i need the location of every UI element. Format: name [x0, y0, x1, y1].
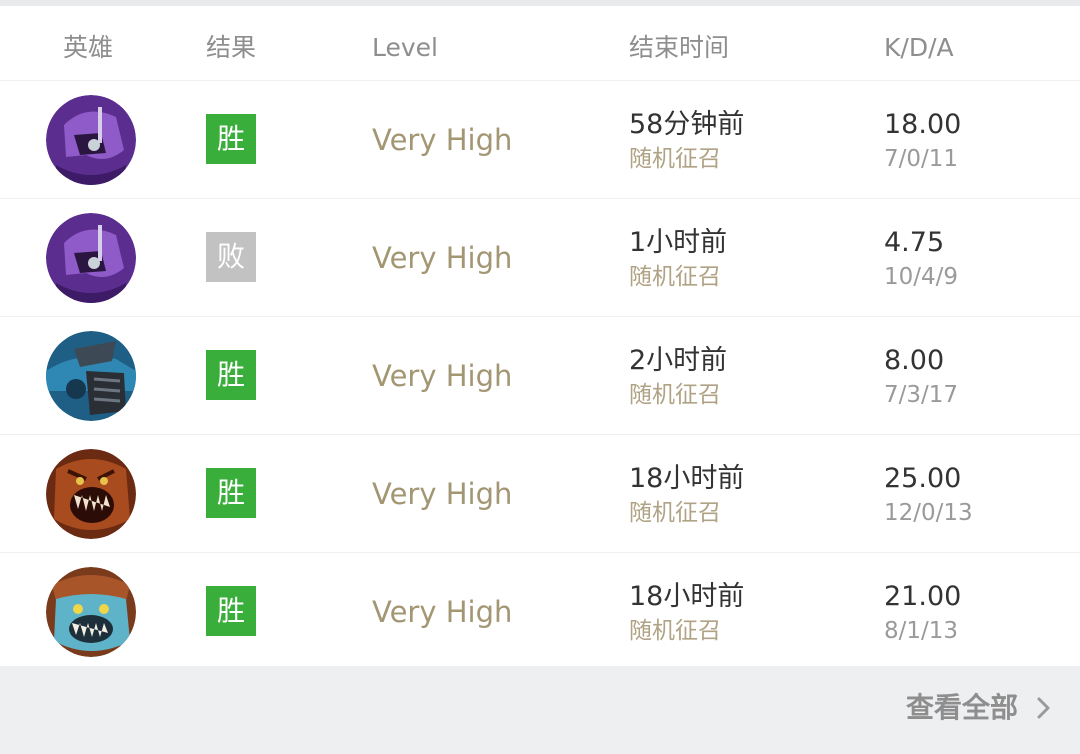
- header-level: Level: [372, 33, 438, 62]
- match-mode: 随机征召: [629, 500, 721, 526]
- result-badge: 胜: [206, 114, 256, 164]
- match-level: Very High: [372, 123, 513, 157]
- list-footer: 查看全部: [0, 666, 1080, 754]
- match-end-time: 18小时前: [629, 581, 745, 612]
- header-hero: 英雄: [63, 33, 114, 62]
- kda-detail: 10/4/9: [884, 264, 959, 290]
- match-row[interactable]: 胜 Very High 18小时前 随机征召 25.00 12/0/13: [0, 435, 1080, 553]
- kda-detail: 8/1/13: [884, 618, 959, 644]
- table-header: 英雄 结果 Level 结束时间 K/D/A: [0, 6, 1080, 81]
- match-mode: 随机征召: [629, 382, 721, 408]
- match-mode: 随机征召: [629, 264, 721, 290]
- match-level: Very High: [372, 241, 513, 275]
- match-end-time: 18小时前: [629, 463, 745, 494]
- blue-fanged-hero-avatar: [46, 567, 136, 657]
- chevron-right-icon: [1036, 696, 1052, 720]
- match-mode: 随机征召: [629, 146, 721, 172]
- match-level: Very High: [372, 595, 513, 629]
- match-mode: 随机征召: [629, 618, 721, 644]
- kda-detail: 7/0/11: [884, 146, 959, 172]
- kda-ratio: 21.00: [884, 581, 962, 612]
- kda-detail: 7/3/17: [884, 382, 959, 408]
- kda-detail: 12/0/13: [884, 500, 973, 526]
- kda-ratio: 25.00: [884, 463, 962, 494]
- result-badge: 败: [206, 232, 256, 282]
- result-badge: 胜: [206, 468, 256, 518]
- kda-ratio: 8.00: [884, 345, 945, 376]
- match-level: Very High: [372, 359, 513, 393]
- match-row[interactable]: 胜 Very High 2小时前 随机征召 8.00 7/3/17: [0, 317, 1080, 435]
- header-end-time: 结束时间: [629, 33, 730, 62]
- view-all-button[interactable]: 查看全部: [906, 690, 1052, 726]
- kda-ratio: 4.75: [884, 227, 945, 258]
- match-row[interactable]: 败 Very High 1小时前 随机征召 4.75 10/4/9: [0, 199, 1080, 317]
- match-end-time: 58分钟前: [629, 109, 745, 140]
- header-kda: K/D/A: [884, 33, 954, 62]
- result-badge: 胜: [206, 350, 256, 400]
- match-end-time: 2小时前: [629, 345, 728, 376]
- kda-ratio: 18.00: [884, 109, 962, 140]
- purple-hooded-hero-avatar: [46, 95, 136, 185]
- blue-armored-hero-avatar: [46, 331, 136, 421]
- red-fanged-hero-avatar: [46, 449, 136, 539]
- match-end-time: 1小时前: [629, 227, 728, 258]
- result-badge: 胜: [206, 586, 256, 636]
- match-row[interactable]: 胜 Very High 58分钟前 随机征召 18.00 7/0/11: [0, 81, 1080, 199]
- purple-hooded-hero-avatar: [46, 213, 136, 303]
- header-result: 结果: [206, 33, 257, 62]
- view-all-label: 查看全部: [905, 691, 1018, 724]
- match-row[interactable]: 胜 Very High 18小时前 随机征召 21.00 8/1/13: [0, 553, 1080, 671]
- match-level: Very High: [372, 477, 513, 511]
